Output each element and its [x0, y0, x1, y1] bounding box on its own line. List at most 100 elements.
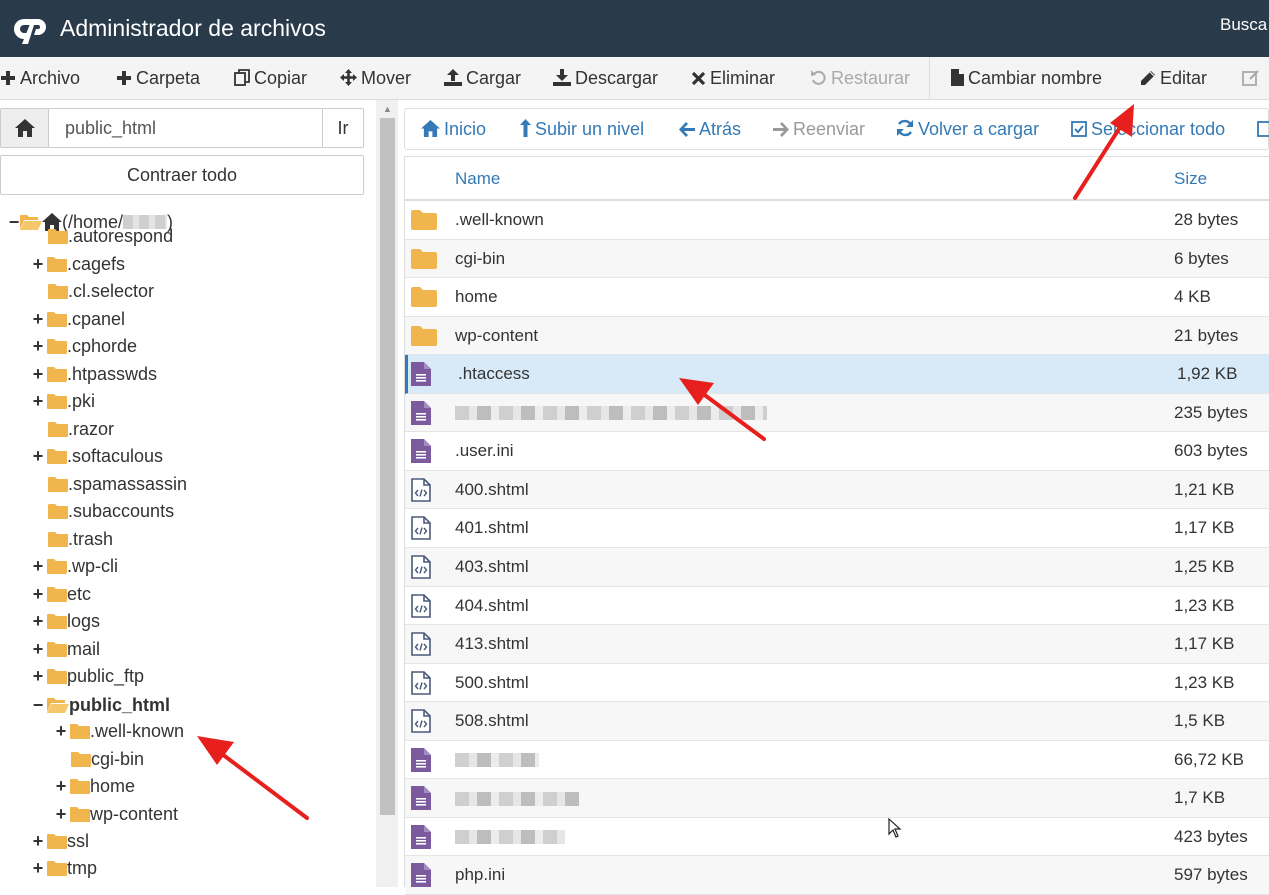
tree-item[interactable]: + .softaculous: [32, 443, 163, 469]
new-folder-button[interactable]: Carpeta: [116, 57, 200, 100]
html-editor-button[interactable]: [1242, 57, 1264, 100]
text-file-icon: [411, 747, 431, 772]
upload-button[interactable]: Cargar: [444, 57, 521, 100]
tree-item[interactable]: + .htpasswds: [32, 361, 157, 387]
file-name: 400.shtml: [455, 479, 529, 499]
cpanel-logo-icon[interactable]: [10, 12, 50, 46]
table-row[interactable]: .user.ini 603 bytes: [405, 432, 1269, 471]
table-row[interactable]: 401.shtml 1,17 KB: [405, 509, 1269, 548]
tree-scrollbar-thumb[interactable]: [380, 118, 395, 815]
expand-toggle-icon[interactable]: +: [32, 553, 44, 579]
tree-item[interactable]: + .cagefs: [32, 251, 125, 277]
restore-button[interactable]: Restaurar: [810, 57, 910, 100]
expand-toggle-icon[interactable]: +: [32, 608, 44, 634]
tree-item[interactable]: + ssl: [32, 828, 89, 854]
reload-button[interactable]: Volver a cargar: [896, 109, 1039, 149]
tree-item[interactable]: + tmp: [32, 855, 97, 881]
expand-toggle-icon[interactable]: +: [32, 306, 44, 332]
path-input[interactable]: [50, 109, 322, 147]
download-button[interactable]: Descargar: [553, 57, 658, 100]
expand-toggle-icon[interactable]: +: [55, 773, 67, 799]
collapse-toggle-icon[interactable]: −: [8, 209, 20, 235]
expand-toggle-icon[interactable]: +: [55, 718, 67, 744]
tree-item[interactable]: .razor: [48, 416, 114, 442]
table-row[interactable]: 423 bytes: [405, 818, 1269, 857]
tree-item[interactable]: cgi-bin: [71, 746, 144, 772]
tree-item[interactable]: + .cphorde: [32, 333, 137, 359]
table-row[interactable]: 404.shtml 1,23 KB: [405, 587, 1269, 626]
tree-item[interactable]: + etc: [32, 581, 91, 607]
expand-toggle-icon[interactable]: +: [32, 251, 44, 277]
column-header-name[interactable]: Name: [455, 157, 500, 201]
tree-item-label: wp-content: [90, 804, 179, 824]
tree-item[interactable]: .spamassassin: [48, 471, 187, 497]
table-row[interactable]: php.ini 597 bytes: [405, 856, 1269, 895]
folder-icon: [411, 210, 437, 230]
search-label[interactable]: Busca: [1220, 15, 1267, 35]
tree-item[interactable]: .trash: [48, 526, 113, 552]
file-size: 1,17 KB: [1174, 634, 1235, 654]
folder-icon: [47, 559, 67, 574]
delete-button[interactable]: Eliminar: [691, 57, 775, 100]
collapse-all-button[interactable]: Contraer todo: [0, 155, 364, 195]
table-row[interactable]: 413.shtml 1,17 KB: [405, 625, 1269, 664]
edit-button[interactable]: Editar: [1140, 57, 1207, 100]
up-one-level-button[interactable]: Subir un nivel: [520, 109, 644, 149]
move-button[interactable]: Mover: [340, 57, 411, 100]
rename-button[interactable]: Cambiar nombre: [951, 57, 1102, 100]
tree-item[interactable]: − public_html: [32, 692, 170, 718]
table-row[interactable]: 403.shtml 1,25 KB: [405, 547, 1269, 587]
tree-item[interactable]: + wp-content: [55, 801, 178, 827]
back-button[interactable]: Atrás: [679, 109, 741, 149]
expand-toggle-icon[interactable]: +: [32, 361, 44, 387]
tree-item[interactable]: + public_ftp: [32, 663, 144, 689]
folder-icon: [47, 339, 67, 354]
table-row[interactable]: cgi-bin 6 bytes: [405, 239, 1269, 279]
expand-toggle-icon[interactable]: +: [32, 855, 44, 881]
copy-button[interactable]: Copiar: [234, 57, 307, 100]
unselect-all-button[interactable]: [1257, 109, 1269, 149]
table-row[interactable]: .htaccess 1,92 KB: [405, 355, 1269, 394]
expand-toggle-icon[interactable]: +: [32, 636, 44, 662]
table-row[interactable]: 66,72 KB: [405, 741, 1269, 780]
tree-item-label: .pki: [67, 391, 96, 411]
redacted-file-name: [455, 741, 539, 779]
tree-item[interactable]: .autorespond: [48, 223, 173, 249]
tree-item[interactable]: + logs: [32, 608, 100, 634]
expand-toggle-icon[interactable]: +: [32, 581, 44, 607]
tree-item[interactable]: + .wp-cli: [32, 553, 118, 579]
table-row[interactable]: home 4 KB: [405, 278, 1269, 317]
select-all-button[interactable]: Seleccionar todo: [1071, 109, 1225, 149]
table-row[interactable]: 1,7 KB: [405, 779, 1269, 818]
column-header-size[interactable]: Size: [1174, 157, 1207, 201]
table-row[interactable]: wp-content 21 bytes: [405, 316, 1269, 356]
tree-item[interactable]: + home: [55, 773, 135, 799]
new-file-button[interactable]: Archivo: [0, 57, 80, 100]
collapse-toggle-icon[interactable]: −: [32, 692, 44, 718]
expand-toggle-icon[interactable]: +: [32, 333, 44, 359]
expand-toggle-icon[interactable]: +: [32, 828, 44, 854]
tree-item[interactable]: .subaccounts: [48, 498, 174, 524]
plus-icon: [1, 71, 15, 85]
scroll-up-icon[interactable]: ▲: [380, 103, 395, 115]
table-row[interactable]: 508.shtml 1,5 KB: [405, 702, 1269, 741]
home-button[interactable]: [1, 109, 49, 147]
file-type-icon: [411, 286, 437, 313]
file-size: 235 bytes: [1174, 402, 1248, 422]
expand-toggle-icon[interactable]: +: [32, 663, 44, 689]
expand-toggle-icon[interactable]: +: [55, 801, 67, 827]
go-button[interactable]: Ir: [322, 109, 363, 147]
table-row[interactable]: 235 bytes: [405, 393, 1269, 433]
home-nav-button[interactable]: Inicio: [421, 109, 486, 149]
tree-item[interactable]: + .pki: [32, 388, 95, 414]
tree-item[interactable]: .cl.selector: [48, 278, 154, 304]
expand-toggle-icon[interactable]: +: [32, 388, 44, 414]
tree-item[interactable]: + .cpanel: [32, 306, 125, 332]
table-row[interactable]: 500.shtml 1,23 KB: [405, 664, 1269, 703]
tree-item[interactable]: + .well-known: [55, 718, 184, 744]
table-row[interactable]: .well-known 28 bytes: [405, 201, 1269, 240]
expand-toggle-icon[interactable]: +: [32, 443, 44, 469]
table-row[interactable]: 400.shtml 1,21 KB: [405, 470, 1269, 510]
tree-item[interactable]: + mail: [32, 636, 100, 662]
forward-button[interactable]: Reenviar: [773, 109, 865, 149]
